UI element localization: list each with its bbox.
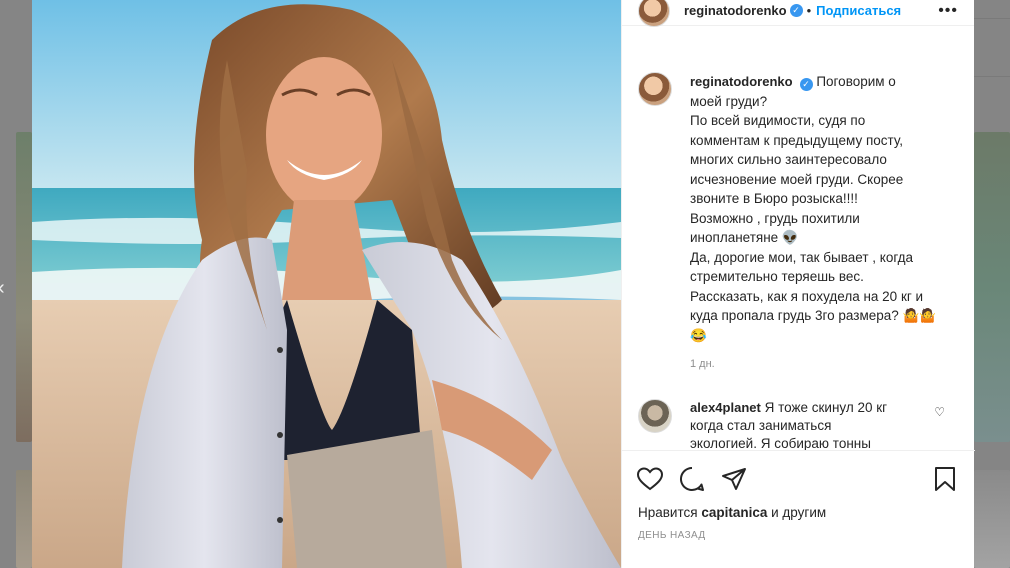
caption-timestamp[interactable]: 1 дн. xyxy=(690,355,955,375)
comment-like-icon[interactable]: ♡ xyxy=(934,405,945,419)
background-thumbnail xyxy=(974,132,1010,442)
caption-line: моей груди? xyxy=(690,93,768,109)
comment-line: экологией. Я собираю тонны xyxy=(690,435,871,451)
caption-text: reginatodorenko ✓ Поговорим о моей груди?… xyxy=(690,72,955,375)
caption-line: Да, дорогие мои, так бывает , когда xyxy=(690,249,914,265)
likes-summary: Нравится capitanica и другим xyxy=(622,497,975,520)
caption-line: стремительно теряешь вес. xyxy=(690,269,864,284)
post-actions: Нравится capitanica и другим ДЕНЬ НАЗАД xyxy=(622,450,975,568)
caption-line: Поговорим о xyxy=(816,74,896,89)
beach-portrait-image xyxy=(32,0,621,568)
caption-line: многих сильно заинтересовало xyxy=(690,152,887,167)
caption-line: инопланетяне 👽 xyxy=(690,230,799,245)
likes-prefix: Нравится xyxy=(638,505,698,520)
background-thumbnail xyxy=(16,470,32,568)
background-thumbnail xyxy=(16,132,32,442)
like-heart-icon[interactable] xyxy=(636,465,664,493)
post-details-panel: reginatodorenko ✓ • Подписаться ••• regi… xyxy=(621,0,975,568)
header-separator: • xyxy=(806,3,812,18)
previous-post-arrow[interactable]: ‹ xyxy=(0,278,5,298)
comments-scroll-area[interactable]: reginatodorenko ✓ Поговорим о моей груди?… xyxy=(622,60,975,450)
caption-line: звоните в Бюро розыска!!!! xyxy=(690,191,858,206)
action-icons xyxy=(622,451,975,497)
caption-line: По всей видимости, судя по xyxy=(690,113,866,128)
verified-icon: ✓ xyxy=(799,78,813,91)
comment-line: когда стал заниматься xyxy=(690,417,832,433)
save-bookmark-icon[interactable] xyxy=(931,465,959,493)
caption-author-avatar[interactable] xyxy=(638,72,672,106)
comment-item: alex4planet Я тоже скинул 20 кг когда ст… xyxy=(622,375,975,451)
caption-line: 😂 xyxy=(690,327,707,343)
caption-line: куда пропала грудь 3го размера? 🤷🤷 xyxy=(690,308,937,323)
caption-line: Возможно , грудь похитили xyxy=(690,210,860,226)
post-date[interactable]: ДЕНЬ НАЗАД xyxy=(622,520,975,541)
more-options-icon[interactable]: ••• xyxy=(938,2,958,20)
comment-text: alex4planet Я тоже скинул 20 кг когда ст… xyxy=(690,399,925,451)
background-divider xyxy=(974,18,1010,19)
follow-button[interactable]: Подписаться xyxy=(816,3,901,18)
background-divider xyxy=(974,76,1010,77)
comment-bubble-icon[interactable] xyxy=(678,465,706,493)
comment-line: Я тоже скинул 20 кг xyxy=(764,399,888,415)
caption-line: комментам к предыдущему посту, xyxy=(690,132,904,148)
post-modal: reginatodorenko ✓ • Подписаться ••• regi… xyxy=(32,0,975,568)
background-thumbnail xyxy=(974,470,1010,568)
likes-suffix[interactable]: и другим xyxy=(771,505,826,520)
commenter-avatar[interactable] xyxy=(638,398,672,433)
commenter-username[interactable]: alex4planet xyxy=(690,400,761,415)
verified-icon: ✓ xyxy=(789,4,803,17)
author-avatar[interactable] xyxy=(638,0,670,27)
post-photo xyxy=(32,0,621,568)
post-header: reginatodorenko ✓ • Подписаться ••• xyxy=(622,0,974,27)
caption-author-username[interactable]: reginatodorenko xyxy=(690,74,793,89)
post-caption: reginatodorenko ✓ Поговорим о моей груди?… xyxy=(622,60,975,375)
share-paper-plane-icon[interactable] xyxy=(720,465,748,493)
caption-line: Рассказать, как я похудела на 20 кг и xyxy=(690,288,924,304)
author-username[interactable]: reginatodorenko xyxy=(684,3,787,18)
caption-line: исчезновение моей груди. Скорее xyxy=(690,171,904,187)
author-info: reginatodorenko ✓ • Подписаться xyxy=(684,3,901,18)
liked-by-username[interactable]: capitanica xyxy=(701,505,767,520)
